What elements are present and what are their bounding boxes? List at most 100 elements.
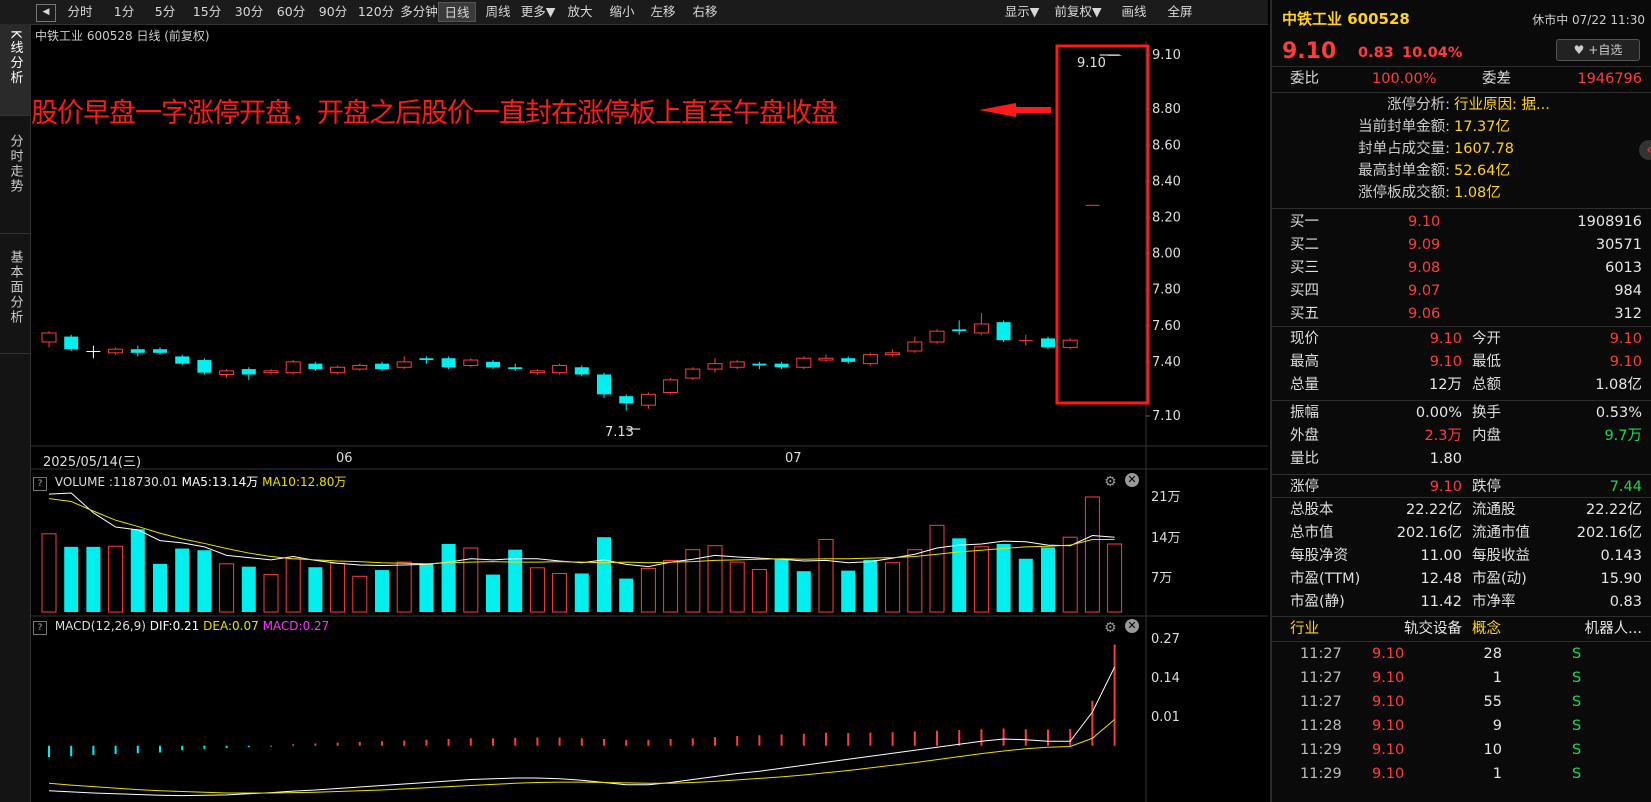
- stat-label-right: 今开: [1472, 331, 1501, 347]
- toolbar-right-item-0[interactable]: 显示▼: [1000, 2, 1044, 22]
- back-arrow-icon[interactable]: ◀: [36, 4, 56, 22]
- volume-bar: [130, 529, 145, 612]
- volume-help-icon[interactable]: ?: [33, 477, 47, 491]
- tick-volume: 55: [1483, 694, 1502, 710]
- volume-close-icon[interactable]: ✕: [1125, 473, 1139, 487]
- candle: [508, 363, 523, 371]
- limit-row-value[interactable]: 行业原因: 据...: [1454, 94, 1550, 116]
- volume-bar: [108, 545, 124, 613]
- market-status-text: 休市中 07/22 11:30: [1532, 13, 1645, 27]
- candle: [729, 360, 745, 370]
- candle: [64, 334, 79, 352]
- stat-label-right: 市盈(动): [1472, 571, 1527, 587]
- candle: [707, 358, 723, 373]
- tick-volume: 9: [1492, 718, 1502, 734]
- volume-bar: [529, 567, 545, 613]
- candle: [685, 367, 701, 380]
- toolbar-item-10[interactable]: 周线: [480, 2, 516, 22]
- toolbar-item-0[interactable]: 分时: [60, 2, 100, 22]
- candle: [153, 347, 167, 355]
- toolbar-right-item-1[interactable]: 前复权▼: [1047, 2, 1109, 22]
- toolbar-item-6[interactable]: 90分: [314, 2, 352, 22]
- toolbar-right-item-3[interactable]: 全屏: [1160, 2, 1200, 22]
- volume-tick-14: 14万: [1151, 531, 1181, 546]
- webi-value: 100.00%: [1372, 71, 1437, 87]
- volume-series: [41, 492, 1123, 613]
- candle: [1018, 334, 1033, 346]
- stat-label-left: 每股净资: [1290, 548, 1348, 564]
- toolbar-item-1[interactable]: 1分: [105, 2, 143, 22]
- macd-dif: DIF:0.21: [149, 619, 200, 633]
- stat-value-left: 2.3万: [1424, 428, 1462, 444]
- bid-volume: 6013: [1605, 260, 1642, 276]
- collapse-left-icon[interactable]: ‹: [1639, 140, 1651, 160]
- volume-bar: [640, 567, 656, 613]
- tab-kline-analysis[interactable]: K线分析: [0, 24, 30, 116]
- toolbar-item-9[interactable]: 日线: [438, 2, 476, 22]
- candle: [529, 369, 545, 375]
- macd-tick-001: 0.01: [1151, 710, 1180, 725]
- toolbar-item-2[interactable]: 5分: [146, 2, 184, 22]
- toolbar-item-7[interactable]: 120分: [357, 2, 395, 22]
- toolbar-item-15[interactable]: 右移: [686, 2, 724, 22]
- volume-bar: [241, 566, 256, 612]
- volume-bar: [1062, 536, 1078, 613]
- toolbar-item-5[interactable]: 60分: [272, 2, 310, 22]
- toolbar-right-item-2[interactable]: 画线: [1116, 2, 1152, 22]
- tab-kline-label: K线分析: [7, 30, 23, 86]
- bid-price: 9.07: [1408, 283, 1441, 299]
- tab-fundamentals[interactable]: 基本面分析: [0, 234, 30, 354]
- toolbar-item-11[interactable]: 更多▼: [519, 2, 557, 22]
- stat-label-left: 总股本: [1290, 502, 1334, 518]
- stat-label-right: 每股收益: [1472, 548, 1530, 564]
- limit-up-value: 9.10: [1429, 479, 1462, 495]
- volume-bar: [574, 573, 589, 612]
- toolbar-item-13[interactable]: 缩小: [603, 2, 641, 22]
- stat-value-right: 0.53%: [1595, 405, 1642, 421]
- volume-bar: [330, 562, 346, 613]
- candle: [241, 367, 256, 380]
- macd-dea: DEA:0.07: [203, 619, 259, 633]
- stat-value-left: 202.16亿: [1396, 525, 1462, 541]
- toolbar-item-4[interactable]: 30分: [230, 2, 268, 22]
- macd-tick-014: 0.14: [1151, 671, 1180, 686]
- toolbar-item-12[interactable]: 放大: [561, 2, 599, 22]
- stat-value-right: 1.08亿: [1595, 377, 1642, 393]
- toolbar-item-8[interactable]: 多分钟: [399, 2, 439, 22]
- volume-bar: [86, 546, 101, 612]
- price-tick-label: 7.80: [1152, 283, 1181, 298]
- limit-row-label: 涨停分析:: [1387, 97, 1450, 113]
- candle: [952, 320, 967, 335]
- tick-time: 11:28: [1300, 718, 1342, 734]
- price-tick-label: 7.60: [1152, 319, 1181, 334]
- tab-intraday[interactable]: 分时走势: [0, 116, 30, 234]
- weicha-value: 1946796: [1577, 71, 1642, 87]
- candle: [375, 361, 389, 371]
- limit-row-label: 当前封单金额:: [1358, 119, 1450, 135]
- volume-bar: [419, 563, 434, 612]
- macd-settings-icon[interactable]: ⚙: [1104, 620, 1117, 636]
- stat-label-right: 流通股: [1472, 502, 1516, 518]
- macd-help-icon[interactable]: ?: [33, 621, 47, 635]
- industry-value[interactable]: 轨交设备: [1372, 618, 1462, 640]
- toolbar-item-14[interactable]: 左移: [644, 2, 682, 22]
- add-favorite-button[interactable]: ♥ +自选: [1556, 39, 1640, 61]
- volume-settings-icon[interactable]: ⚙: [1104, 474, 1117, 490]
- candle: [1041, 336, 1055, 350]
- limit-row-label: 封单占成交量:: [1358, 141, 1450, 157]
- date-label-june: 06: [336, 451, 353, 466]
- annotation-arrow-icon: [979, 103, 1051, 117]
- volume-bar: [352, 575, 368, 613]
- tick-side: S: [1572, 694, 1582, 710]
- concept-value[interactable]: 机器人...: [1542, 618, 1642, 640]
- kline-chart-svg: 9.10 8.80 8.60 8.40 8.20 8.00 7.80 7.60 7.40 7.10: [31, 41, 1268, 802]
- bid-label: 买三: [1290, 260, 1319, 276]
- tick-side: S: [1572, 646, 1582, 662]
- stat-label-right: 市净率: [1472, 594, 1516, 610]
- candle: [108, 347, 124, 355]
- macd-value: MACD:0.27: [262, 619, 330, 633]
- macd-close-icon[interactable]: ✕: [1125, 619, 1139, 633]
- bid-price: 9.10: [1408, 214, 1441, 230]
- toolbar-item-3[interactable]: 15分: [188, 2, 226, 22]
- macd-dea-line: [48, 719, 1115, 794]
